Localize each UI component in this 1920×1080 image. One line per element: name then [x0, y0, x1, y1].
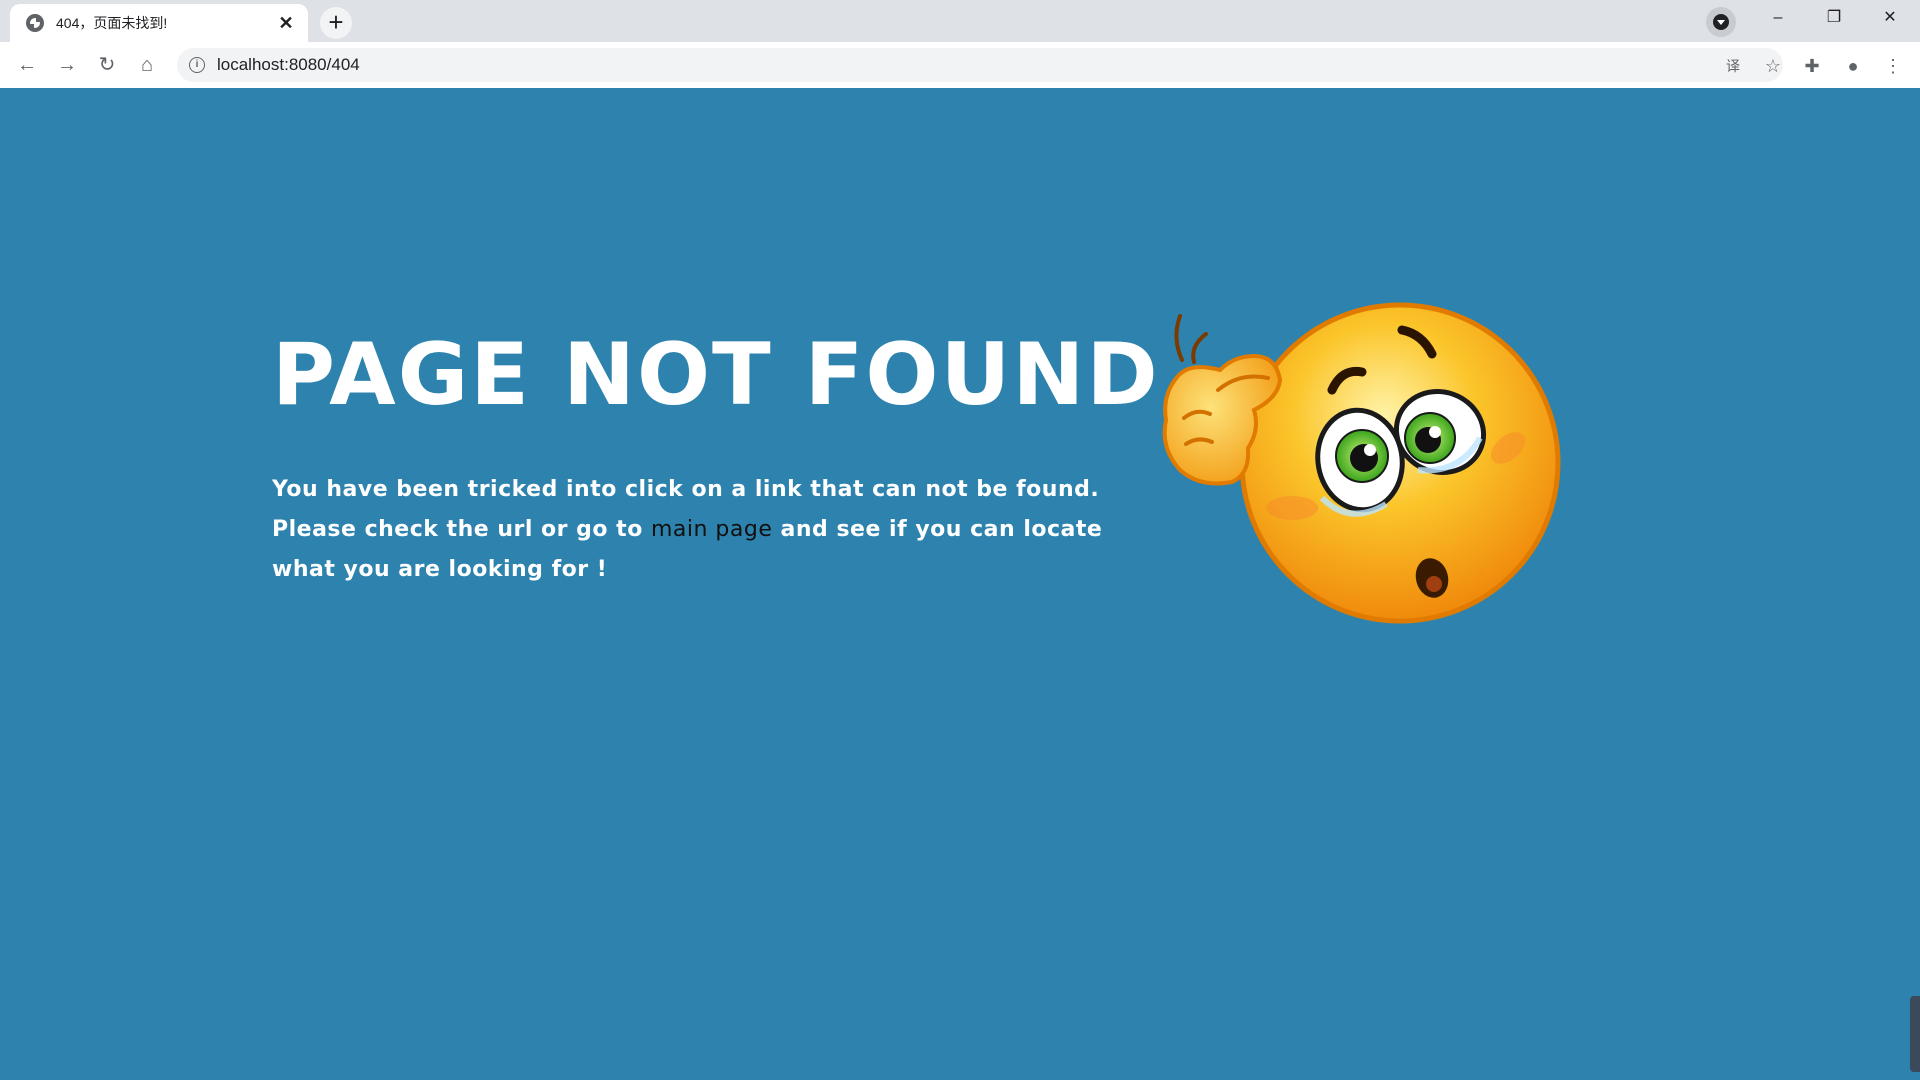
- translate-icon[interactable]: 译: [1723, 56, 1743, 76]
- tab-search-button[interactable]: [1706, 7, 1736, 37]
- globe-icon: [26, 14, 44, 32]
- tab-close-icon[interactable]: ✕: [276, 13, 296, 33]
- reload-button[interactable]: ↻: [91, 49, 123, 81]
- page-content: PAGE NOT FOUND You have been tricked int…: [0, 88, 1920, 1080]
- confused-emoji-illustration: [1162, 302, 1561, 624]
- extensions-icon[interactable]: ✚: [1801, 55, 1823, 77]
- bookmark-star-icon[interactable]: ☆: [1763, 56, 1783, 76]
- url-text[interactable]: localhost:8080/404: [217, 48, 360, 82]
- tab-404[interactable]: 404，页面未找到! ✕: [10, 4, 308, 42]
- tab-strip: 404，页面未找到! ✕ + – ❐ ✕: [0, 0, 1920, 42]
- tab-title: 404，页面未找到!: [56, 15, 168, 31]
- main-page-link[interactable]: main page: [651, 517, 772, 542]
- toolbar: ← → ↻ ⌂ i localhost:8080/404 译 ☆ ✚ ● ⋮: [0, 42, 1920, 88]
- browser-chrome: 404，页面未找到! ✕ + – ❐ ✕ ← → ↻ ⌂ i localhost…: [0, 0, 1920, 89]
- page-title: PAGE NOT FOUND: [272, 325, 1160, 425]
- new-tab-button[interactable]: +: [320, 7, 352, 39]
- address-bar[interactable]: i localhost:8080/404 译 ☆: [177, 48, 1783, 82]
- menu-icon[interactable]: ⋮: [1882, 55, 1904, 77]
- info-icon[interactable]: i: [189, 57, 205, 73]
- restore-button[interactable]: ❐: [1806, 0, 1862, 36]
- minimize-button[interactable]: –: [1750, 0, 1806, 36]
- close-window-button[interactable]: ✕: [1862, 0, 1918, 36]
- scrollbar[interactable]: [1910, 996, 1920, 1072]
- chevron-down-icon: [1717, 20, 1725, 25]
- forward-button[interactable]: →: [51, 49, 83, 81]
- profile-icon[interactable]: ●: [1842, 55, 1864, 77]
- home-button[interactable]: ⌂: [131, 49, 163, 81]
- error-message: You have been tricked into click on a li…: [272, 470, 1122, 590]
- back-button[interactable]: ←: [11, 49, 43, 81]
